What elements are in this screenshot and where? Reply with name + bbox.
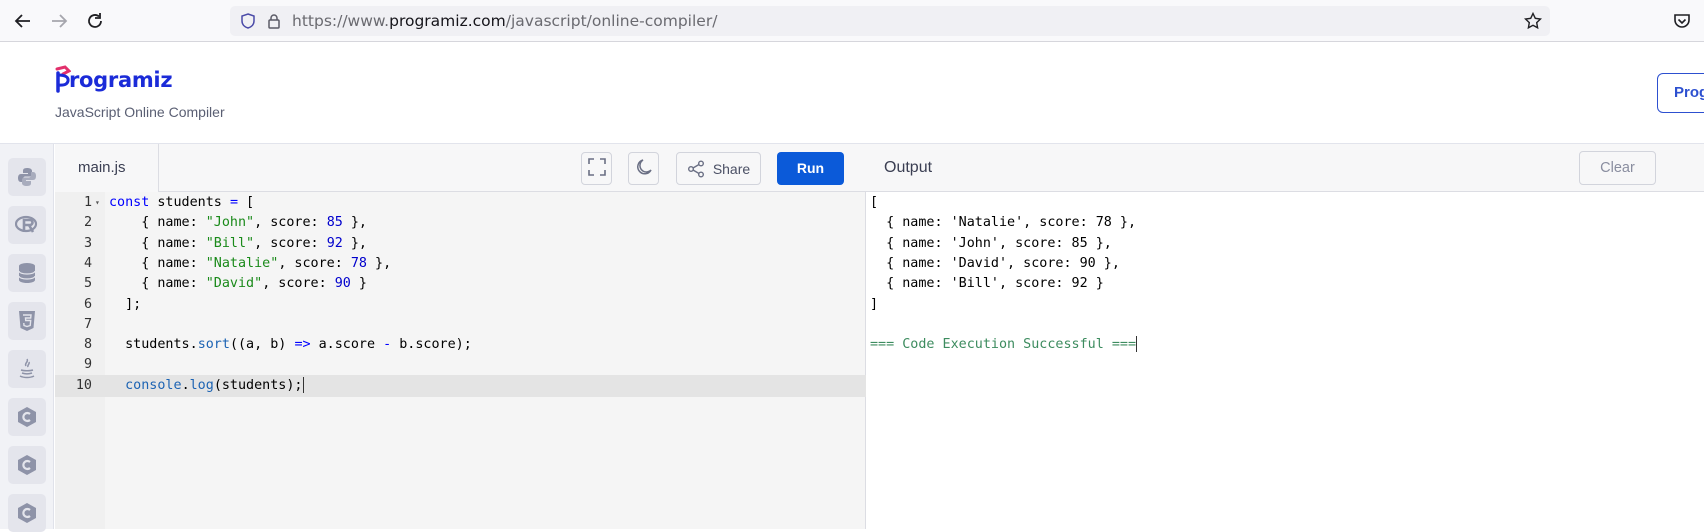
tracking-shield-icon[interactable]	[240, 13, 256, 29]
line-number: 5	[83, 276, 92, 292]
output-cursor	[1136, 336, 1138, 353]
html5-icon[interactable]	[8, 302, 46, 340]
logo-text: rogramiz	[69, 68, 173, 92]
browser-toolbar: https://www.programiz.com/javascript/onl…	[0, 0, 1704, 42]
output-panel: Output Clear [ { name: 'Natalie', score:…	[866, 144, 1704, 529]
code-line[interactable]: 4 { name: "Natalie", score: 78 },	[55, 253, 866, 275]
output-line: { name: 'Bill', score: 92 }	[870, 276, 1104, 292]
code-line[interactable]: 7	[55, 314, 866, 336]
output-line: { name: 'John', score: 85 },	[870, 235, 1112, 251]
programiz-logo[interactable]: rogramiz	[55, 65, 173, 95]
url-domain: programiz.com	[389, 12, 506, 30]
code-text: console.log(students);	[125, 376, 304, 393]
code-line[interactable]: 10 console.log(students);	[55, 374, 866, 397]
code-line[interactable]: 2 { name: "John", score: 85 },	[55, 212, 866, 234]
output-line: { name: 'Natalie', score: 78 },	[870, 215, 1137, 231]
clear-button[interactable]: Clear	[1579, 151, 1656, 185]
line-number: 7	[83, 316, 92, 332]
csharp-icon[interactable]	[8, 494, 46, 532]
line-number: 3	[83, 235, 92, 251]
line-number: 2	[83, 215, 92, 231]
address-bar[interactable]: https://www.programiz.com/javascript/onl…	[230, 6, 1550, 36]
line-number: 4	[83, 255, 92, 271]
share-icon	[687, 160, 705, 178]
back-icon[interactable]	[12, 10, 34, 32]
bookmark-star-icon[interactable]	[1523, 11, 1543, 30]
output-line: [	[870, 195, 879, 210]
line-number: 10	[75, 377, 92, 393]
fold-arrow-icon[interactable]: ▾	[95, 192, 100, 214]
file-tab-main-js[interactable]: main.js	[55, 144, 159, 192]
code-text: students.sort((a, b) => a.score - b.scor…	[109, 337, 472, 353]
code-line[interactable]: 1 ▾ const students = [	[55, 192, 866, 214]
sql-icon[interactable]	[8, 254, 46, 292]
run-button[interactable]: Run	[777, 152, 844, 185]
line-number: 1	[83, 195, 92, 210]
language-sidebar	[0, 144, 54, 532]
code-line[interactable]: 5 { name: "David", score: 90 }	[55, 273, 866, 295]
execution-status: === Code Execution Successful ===	[870, 336, 1138, 353]
fullscreen-button[interactable]	[581, 152, 612, 185]
code-line[interactable]: 9	[55, 354, 866, 376]
fullscreen-icon	[587, 158, 606, 179]
code-text: { name: "Natalie", score: 78 },	[109, 255, 392, 271]
code-text: { name: "David", score: 90 }	[109, 276, 367, 292]
editor-toolbar: main.js Share Run	[55, 144, 866, 192]
code-area[interactable]: 1 ▾ const students = [ 2 { name: "John", sc…	[55, 192, 866, 529]
code-line[interactable]: 6 ];	[55, 294, 866, 316]
dark-mode-button[interactable]	[628, 152, 659, 185]
code-text: const students = [	[109, 195, 255, 210]
line-number: 6	[83, 296, 92, 312]
line-number: 9	[83, 357, 92, 373]
text-cursor	[302, 376, 304, 393]
lock-icon[interactable]	[266, 13, 282, 29]
c-icon[interactable]	[8, 398, 46, 436]
moon-icon	[635, 158, 653, 179]
output-line: { name: 'David', score: 90 },	[870, 255, 1120, 271]
forward-icon[interactable]	[48, 10, 70, 32]
programiz-pro-button[interactable]: Prog	[1657, 73, 1704, 113]
output-title: Output	[884, 159, 933, 176]
output-console[interactable]: [ { name: 'Natalie', score: 78 }, { name…	[866, 192, 1704, 529]
programiz-logo-mark-icon	[55, 65, 72, 95]
reload-icon[interactable]	[84, 10, 106, 32]
share-button[interactable]: Share	[676, 152, 761, 185]
code-editor-panel: main.js Share Run 1 ▾ const students = [ 2 …	[55, 144, 866, 529]
code-text: { name: "Bill", score: 92 },	[109, 235, 367, 251]
pocket-icon[interactable]	[1672, 11, 1692, 31]
cpp-icon[interactable]	[8, 446, 46, 484]
site-header: rogramiz JavaScript Online Compiler Prog	[0, 43, 1704, 144]
output-toolbar: Output Clear	[866, 144, 1704, 192]
output-line: ]	[870, 296, 879, 312]
r-icon[interactable]	[8, 206, 46, 244]
code-line[interactable]: 3 { name: "Bill", score: 92 },	[55, 233, 866, 255]
url-text[interactable]: https://www.programiz.com/javascript/onl…	[292, 12, 717, 30]
url-path: /javascript/online-compiler/	[505, 12, 718, 30]
python-icon[interactable]	[8, 158, 46, 196]
code-text: { name: "John", score: 85 },	[109, 215, 367, 231]
java-icon[interactable]	[8, 350, 46, 388]
page-subtitle: JavaScript Online Compiler	[55, 104, 225, 120]
code-text: ];	[109, 296, 142, 312]
line-number: 8	[83, 337, 92, 353]
code-line[interactable]: 8 students.sort((a, b) => a.score - b.sc…	[55, 334, 866, 356]
url-prefix: https://www.	[292, 12, 390, 30]
share-label: Share	[712, 160, 751, 177]
